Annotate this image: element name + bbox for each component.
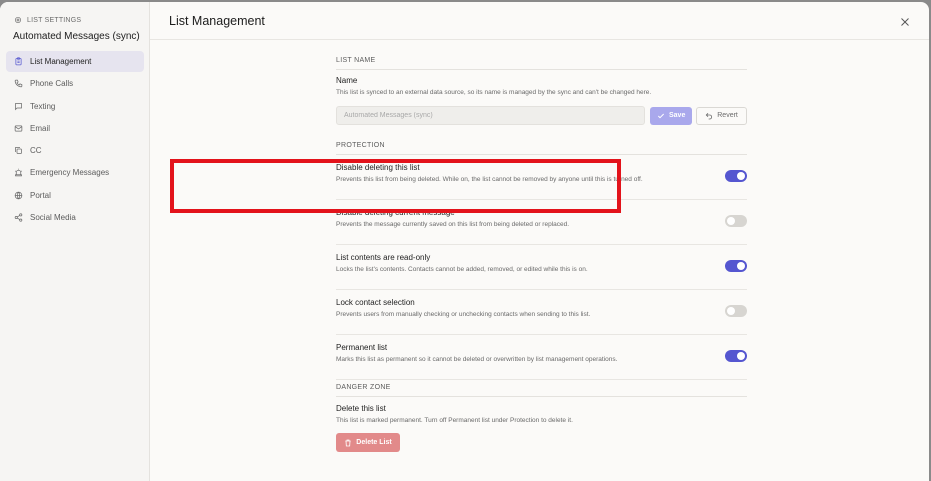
gear-icon	[15, 17, 21, 23]
name-field-desc: This list is synced to an external data …	[336, 89, 652, 96]
sidebar-item-cc[interactable]: CC	[6, 140, 144, 161]
sidebar-item-texting[interactable]: Texting	[6, 96, 144, 117]
copy-icon	[15, 147, 22, 155]
save-button[interactable]: Save	[650, 106, 693, 125]
mail-icon	[14, 125, 23, 132]
sidebar-item-label: Phone Calls	[30, 79, 74, 89]
siren-icon	[14, 169, 23, 177]
sidebar-item-email[interactable]: Email	[6, 118, 144, 139]
protection-row-read-only: List contents are read-only Locks the li…	[336, 245, 747, 290]
sidebar-item-phone-calls[interactable]: Phone Calls	[6, 73, 144, 94]
undo-icon	[705, 112, 713, 119]
settings-window: LIST SETTINGS Automated Messages (sync) …	[0, 2, 929, 481]
settings-content: LIST NAME Name This list is synced to an…	[336, 40, 747, 452]
toggle-permanent-list[interactable]	[725, 350, 747, 362]
list-name-input[interactable]	[336, 106, 646, 125]
protection-row-title: Disable deleting this list	[336, 163, 420, 172]
delete-list-button-label: Delete List	[356, 439, 392, 446]
save-button-label: Save	[669, 112, 686, 119]
sidebar-eyebrow: LIST SETTINGS	[6, 16, 144, 24]
sidebar-item-list-management[interactable]: List Management	[6, 51, 144, 72]
toggle-disable-deleting-message[interactable]	[725, 215, 747, 227]
delete-list-title: Delete this list	[336, 404, 386, 413]
sidebar-item-label: Social Media	[30, 213, 76, 223]
protection-row-lock-contact-selection: Lock contact selection Prevents users fr…	[336, 290, 747, 335]
protection-row-disable-deleting-message: Disable deleting current message Prevent…	[336, 200, 747, 245]
section-label-danger-zone: DANGER ZONE	[336, 384, 747, 397]
sidebar-item-emergency-messages[interactable]: Emergency Messages	[6, 162, 144, 183]
name-row: Save Revert	[336, 106, 747, 125]
toggle-disable-deleting-list[interactable]	[725, 170, 747, 182]
sidebar-item-social-media[interactable]: Social Media	[6, 207, 144, 228]
toggle-knob	[737, 172, 745, 180]
close-icon	[901, 18, 909, 26]
protection-row-title: Disable deleting current message	[336, 208, 455, 217]
main-panel: List Management LIST NAME Name This list…	[150, 2, 929, 481]
protection-row-title: List contents are read-only	[336, 253, 431, 262]
section-label-protection: PROTECTION	[336, 142, 747, 155]
sidebar-item-label: CC	[30, 146, 42, 156]
toggle-read-only[interactable]	[725, 260, 747, 272]
sidebar: LIST SETTINGS Automated Messages (sync) …	[0, 2, 150, 481]
sidebar-item-label: Email	[30, 123, 51, 133]
protection-row-desc: Prevents this list from being deleted. W…	[336, 176, 643, 183]
sidebar-item-label: Portal	[30, 190, 51, 200]
sidebar-eyebrow-label: LIST SETTINGS	[27, 16, 82, 24]
message-icon	[15, 102, 22, 110]
toggle-knob	[727, 217, 735, 225]
list-title: Automated Messages (sync)	[13, 31, 140, 42]
protection-row-desc: Marks this list as permanent so it canno…	[336, 356, 618, 363]
revert-button[interactable]: Revert	[696, 106, 747, 125]
toggle-knob	[737, 262, 745, 270]
check-icon	[657, 113, 665, 118]
sidebar-item-label: Emergency Messages	[30, 168, 110, 178]
revert-button-label: Revert	[717, 112, 738, 119]
phone-icon	[14, 80, 23, 88]
toggle-lock-contact-selection[interactable]	[725, 305, 747, 317]
sidebar-item-label: List Management	[30, 57, 92, 66]
list-clipboard-icon	[15, 57, 22, 66]
protection-row-title: Lock contact selection	[336, 298, 415, 307]
sidebar-item-portal[interactable]: Portal	[6, 185, 144, 206]
protection-row-desc: Prevents users from manually checking or…	[336, 311, 591, 318]
protection-row-desc: Locks the list's contents. Contacts cann…	[336, 266, 588, 273]
protection-row-permanent-list: Permanent list Marks this list as perman…	[336, 335, 747, 380]
section-label-list-name: LIST NAME	[336, 57, 747, 70]
trash-icon	[345, 439, 351, 446]
sidebar-item-label: Texting	[30, 101, 56, 111]
delete-list-desc: This list is marked permanent. Turn off …	[336, 417, 573, 424]
protection-row-title: Permanent list	[336, 343, 388, 352]
panel-header: List Management	[150, 2, 929, 40]
page-title: List Management	[169, 13, 265, 28]
globe-icon	[14, 191, 23, 200]
toggle-knob	[737, 352, 745, 360]
share-icon	[14, 213, 23, 222]
protection-row-desc: Prevents the message currently saved on …	[336, 221, 570, 228]
delete-list-button[interactable]: Delete List	[336, 433, 400, 452]
name-field-title: Name	[336, 76, 358, 85]
toggle-knob	[727, 307, 735, 315]
protection-row-disable-deleting-list: Disable deleting this list Prevents this…	[336, 155, 747, 200]
close-button[interactable]	[899, 15, 911, 27]
